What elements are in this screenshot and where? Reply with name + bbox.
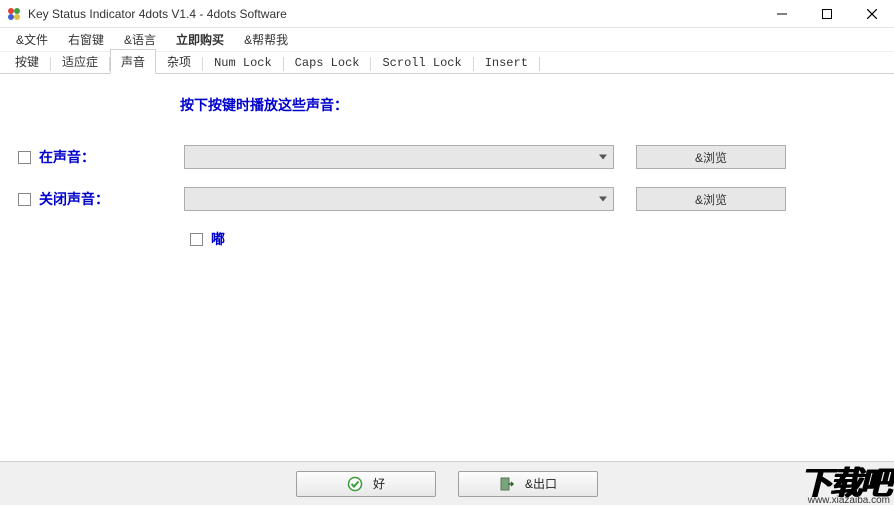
tab-numlock[interactable]: Num Lock bbox=[203, 52, 283, 74]
on-sound-combo[interactable] bbox=[184, 145, 614, 169]
window-title: Key Status Indicator 4dots V1.4 - 4dots … bbox=[28, 7, 287, 21]
on-sound-browse-button[interactable]: &浏览 bbox=[636, 145, 786, 169]
sound-heading: 按下按键时播放这些声音： bbox=[180, 95, 884, 115]
menu-buy-now[interactable]: 立即购买 bbox=[166, 28, 234, 51]
on-sound-label: 在声音： bbox=[39, 147, 184, 167]
off-sound-row: 关闭声音： &浏览 bbox=[10, 187, 884, 211]
tab-keys[interactable]: 按键 bbox=[4, 49, 50, 74]
menu-file[interactable]: &文件 bbox=[6, 28, 58, 51]
window-controls bbox=[759, 0, 894, 28]
chevron-down-icon bbox=[599, 197, 607, 202]
chevron-down-icon bbox=[599, 155, 607, 160]
tab-scrolllock[interactable]: Scroll Lock bbox=[371, 52, 472, 74]
off-sound-checkbox[interactable] bbox=[18, 193, 31, 206]
ok-button-label: 好 bbox=[373, 475, 385, 492]
tab-misc[interactable]: 杂项 bbox=[156, 49, 202, 74]
on-sound-checkbox[interactable] bbox=[18, 151, 31, 164]
tab-capslock[interactable]: Caps Lock bbox=[284, 52, 371, 74]
exit-icon bbox=[499, 476, 515, 492]
off-sound-combo[interactable] bbox=[184, 187, 614, 211]
beep-checkbox[interactable] bbox=[190, 233, 203, 246]
tab-sound[interactable]: 声音 bbox=[110, 49, 156, 74]
maximize-button[interactable] bbox=[804, 0, 849, 28]
tab-bar: 按键 适应症 声音 杂项 Num Lock Caps Lock Scroll L… bbox=[0, 52, 894, 74]
tab-insert[interactable]: Insert bbox=[474, 52, 539, 74]
minimize-button[interactable] bbox=[759, 0, 804, 28]
tab-content-sound: 按下按键时播放这些声音： 在声音： &浏览 关闭声音： &浏览 嘟 bbox=[0, 75, 894, 461]
menu-right-key[interactable]: 右窗键 bbox=[58, 28, 114, 51]
beep-label: 嘟 bbox=[211, 229, 225, 249]
tab-adapt[interactable]: 适应症 bbox=[51, 49, 109, 74]
exit-button[interactable]: &出口 bbox=[458, 471, 598, 497]
on-sound-row: 在声音： &浏览 bbox=[10, 145, 884, 169]
off-sound-label: 关闭声音： bbox=[39, 189, 184, 209]
title-bar: Key Status Indicator 4dots V1.4 - 4dots … bbox=[0, 0, 894, 28]
close-button[interactable] bbox=[849, 0, 894, 28]
menu-help[interactable]: &帮帮我 bbox=[234, 28, 298, 51]
menu-language[interactable]: &语言 bbox=[114, 28, 166, 51]
bottom-bar: 好 &出口 bbox=[0, 461, 894, 505]
off-sound-browse-button[interactable]: &浏览 bbox=[636, 187, 786, 211]
check-icon bbox=[347, 476, 363, 492]
beep-row: 嘟 bbox=[190, 229, 884, 249]
exit-button-label: &出口 bbox=[525, 475, 557, 492]
ok-button[interactable]: 好 bbox=[296, 471, 436, 497]
app-icon bbox=[6, 6, 22, 22]
